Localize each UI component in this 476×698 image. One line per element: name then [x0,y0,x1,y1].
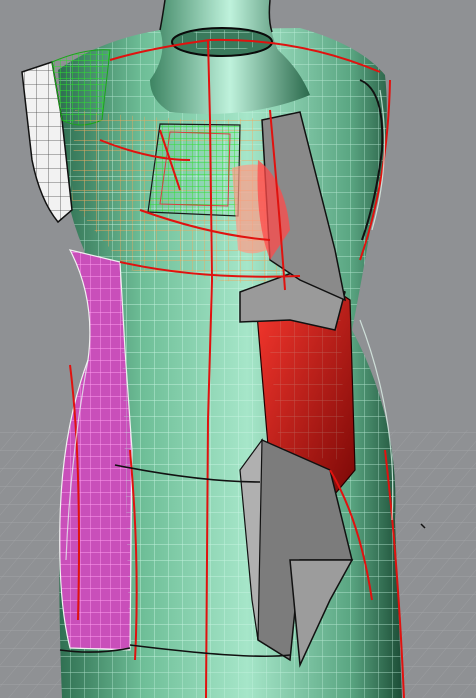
dress-form-render [0,0,476,698]
3d-viewport[interactable] [0,0,476,698]
